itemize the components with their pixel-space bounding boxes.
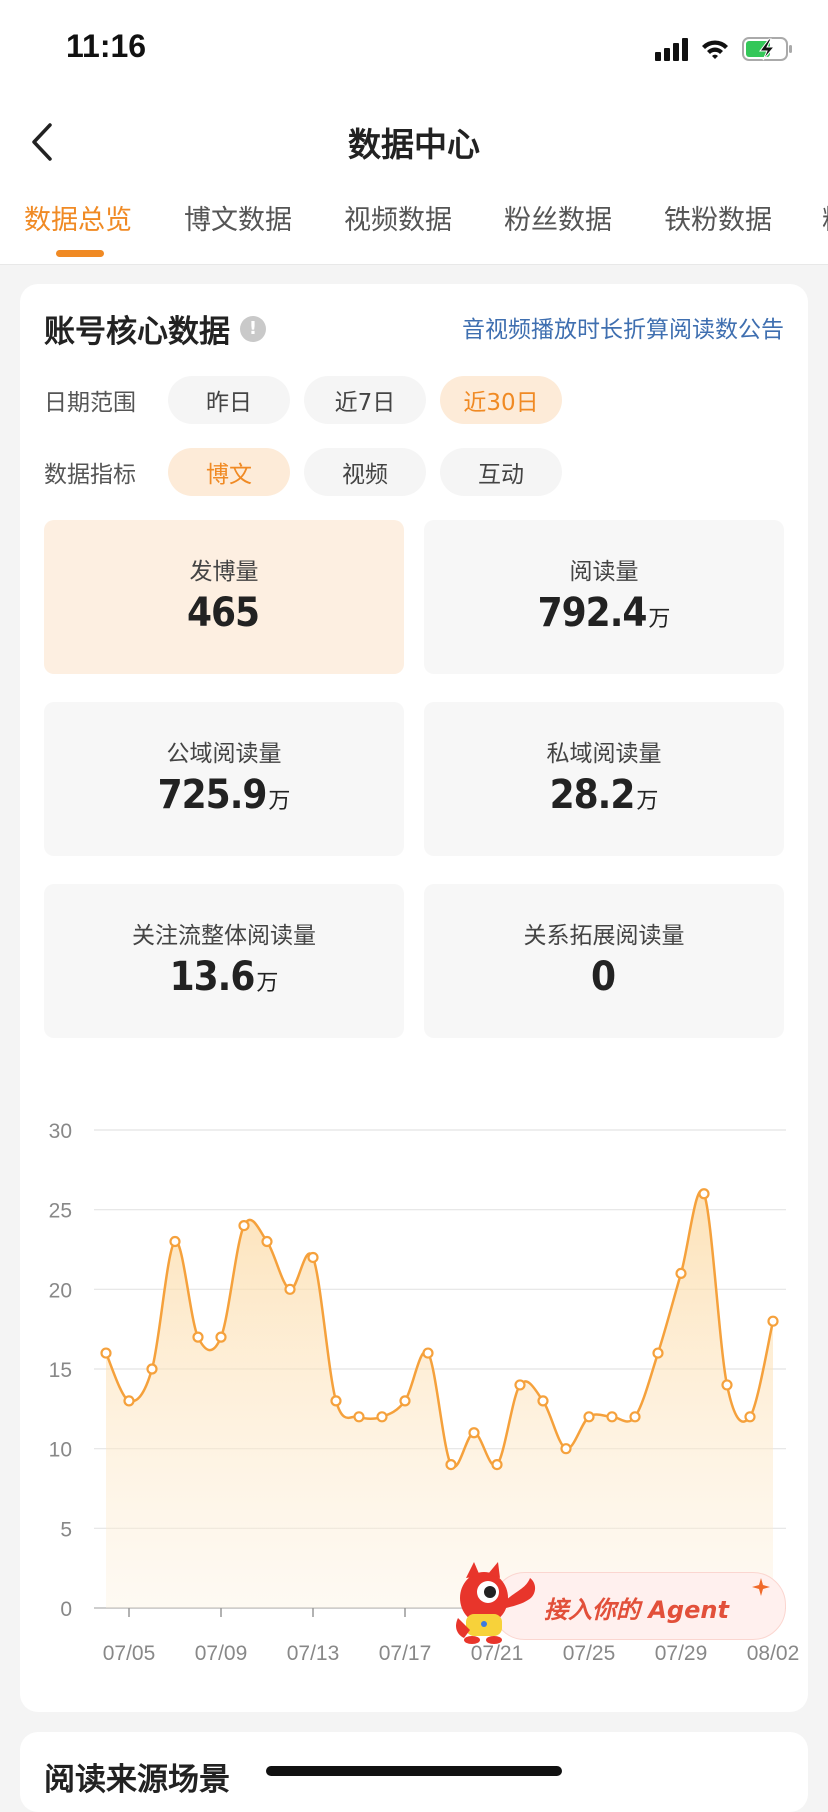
wifi-icon	[700, 37, 730, 61]
stat-label: 发博量	[189, 559, 259, 585]
metric-option-posts[interactable]: 博文	[168, 448, 290, 496]
card-title: 账号核心数据 !	[44, 306, 266, 351]
date-option-30d[interactable]: 近30日	[440, 376, 562, 424]
page-title: 数据中心	[348, 125, 480, 164]
tab-bar: 数据总览 博文数据 视频数据 粉丝数据 铁粉数据 粉	[0, 198, 828, 264]
mascot-icon	[456, 1562, 536, 1644]
date-option-yesterday[interactable]: 昨日	[168, 376, 290, 424]
stat-card-relation-reads[interactable]: 关系拓展阅读量 0	[424, 884, 784, 1038]
tab-fans[interactable]: 粉丝数据	[504, 198, 612, 237]
sparkle-icon	[752, 1578, 770, 1596]
date-range-row: 日期范围 昨日 近7日 近30日	[44, 376, 562, 424]
stat-value: 28.2万	[549, 772, 659, 818]
notice-link[interactable]: 音视频播放时长折算阅读数公告	[462, 310, 784, 344]
stat-card-follow-feed-reads[interactable]: 关注流整体阅读量 13.6万	[44, 884, 404, 1038]
date-option-7d[interactable]: 近7日	[304, 376, 426, 424]
stat-value: 13.6万	[169, 954, 279, 1000]
status-icons	[655, 36, 794, 62]
agent-badge[interactable]: 接入你的 Agent	[452, 1560, 788, 1644]
tab-iron-fans[interactable]: 铁粉数据	[664, 198, 772, 237]
stat-card-reads[interactable]: 阅读量 792.4万	[424, 520, 784, 674]
stat-value: 465	[186, 590, 260, 636]
stat-label: 公域阅读量	[166, 741, 282, 767]
tab-videos[interactable]: 视频数据	[344, 198, 452, 237]
stat-value: 0	[590, 954, 616, 1000]
metric-option-interaction[interactable]: 互动	[440, 448, 562, 496]
info-icon[interactable]: !	[240, 315, 266, 342]
status-time: 11:16	[66, 28, 147, 64]
metric-label: 数据指标	[44, 462, 136, 488]
signal-icon	[655, 37, 688, 61]
stat-card-posts[interactable]: 发博量 465	[44, 520, 404, 674]
stat-value: 792.4万	[537, 590, 671, 636]
stat-card-private-reads[interactable]: 私域阅读量 28.2万	[424, 702, 784, 856]
stat-label: 私域阅读量	[546, 741, 662, 767]
core-data-card: 账号核心数据 ! 音视频播放时长折算阅读数公告 日期范围 昨日 近7日 近30日…	[20, 284, 808, 1712]
home-indicator	[266, 1766, 562, 1776]
battery-charging-icon	[742, 36, 794, 62]
section-title: 阅读来源场景	[44, 1762, 230, 1798]
card-title-text: 账号核心数据	[44, 314, 230, 350]
stat-value: 725.9万	[157, 772, 291, 818]
stat-label: 关注流整体阅读量	[132, 923, 316, 949]
metric-row: 数据指标 博文 视频 互动	[44, 448, 562, 496]
stat-label: 关系拓展阅读量	[523, 923, 685, 949]
stat-card-public-reads[interactable]: 公域阅读量 725.9万	[44, 702, 404, 856]
tab-active-indicator	[56, 250, 104, 257]
stat-label: 阅读量	[569, 559, 639, 585]
tab-posts[interactable]: 博文数据	[184, 198, 292, 237]
tab-overview[interactable]: 数据总览	[24, 198, 132, 237]
tab-more[interactable]: 粉	[822, 198, 828, 237]
date-range-label: 日期范围	[44, 390, 136, 416]
metric-option-video[interactable]: 视频	[304, 448, 426, 496]
agent-badge-text: 接入你的 Agent	[544, 1596, 729, 1624]
